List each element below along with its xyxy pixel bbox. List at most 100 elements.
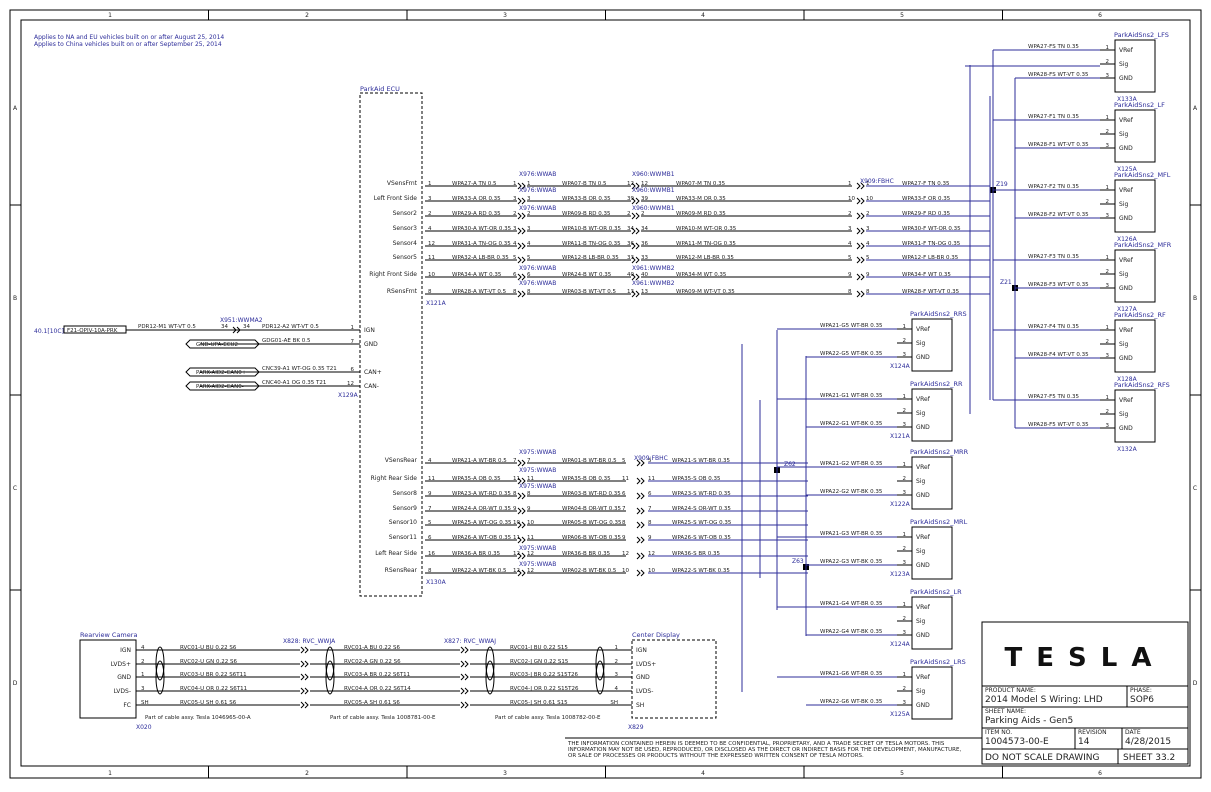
field-label: DATE [1125, 729, 1141, 736]
connector-mark [860, 256, 865, 264]
wire-label: WPA27-FS TN 0.35 [1028, 44, 1079, 50]
cable-note: Part of cable assy. Tesla 1008781-00-E [330, 715, 436, 721]
connector-mark [464, 660, 469, 668]
wire-label: WPA28-F5 WT-VT 0.35 [1028, 422, 1089, 428]
connector-mark [521, 507, 526, 515]
sensor-pin-label: Sig [1119, 271, 1128, 278]
pin-number: 9 [622, 535, 626, 541]
connector-id: X961:WWMB2 [632, 265, 675, 272]
fuse-ref: 40.1[10C] [34, 328, 64, 335]
wire-label: WPA09-B RD 0.35 [562, 211, 611, 217]
sensor-pin-label: Sig [1119, 341, 1128, 348]
wire-label: WPA33-A OR 0.35 [452, 196, 501, 202]
connector-mark [304, 660, 309, 668]
connector-mark [635, 242, 640, 250]
pin-number: 7 [622, 506, 626, 512]
wire-label: WPA21-G2 WT-BR 0.35 [820, 461, 883, 467]
wire-label: WPA10-B WT-OR 0.35 [562, 226, 622, 232]
connector-id: X909:FBHC [860, 178, 894, 185]
sensor-pin-label: Sig [916, 548, 925, 555]
do-not-scale: DO NOT SCALE DRAWING [985, 753, 1100, 763]
pin-number: 2 [627, 211, 631, 217]
connector-mark [521, 569, 526, 577]
connector-mark [860, 290, 865, 298]
connector-mark [640, 536, 645, 544]
grid-col-label: 1 [108, 770, 112, 777]
wire-label: RVC01-J BU 0.22 S15 [510, 645, 568, 651]
sensor-pin-label: VRef [1119, 117, 1134, 124]
camera-pin-label: IGN [120, 647, 131, 654]
wire-label: WPA21-G3 WT-BR 0.35 [820, 531, 883, 537]
schematic-sheet: 112233445566AABBCCDD Applies to NA and E… [0, 0, 1211, 788]
wire-label: RVC04-A OR 0.22 S6T14 [344, 686, 411, 692]
wire-label: WPA33-B OR 0.35 [562, 196, 611, 202]
connector-id: X827: RVC_WWAJ [444, 638, 496, 645]
sensor-pin-label: Sig [916, 410, 925, 417]
connector-mark [635, 290, 640, 298]
wire-label: WPA27-F3 TN 0.35 [1028, 254, 1080, 260]
note-line: Applies to China vehicles built on or af… [34, 41, 222, 48]
wire-label: WPA27-F TN 0.35 [902, 181, 950, 187]
wire-label: WPA35-B OB 0.35 [562, 476, 611, 482]
connector-mark [636, 477, 641, 485]
connector-id: X975:WWAB [519, 449, 556, 456]
connector-mark [521, 459, 526, 467]
wire-label: WPA09-M RD 0.35 [676, 211, 726, 217]
connector-mark [517, 212, 522, 220]
connector-mark [464, 701, 469, 709]
pin-number: 4 [513, 241, 517, 247]
connector-mark [517, 507, 522, 515]
sensor-name: ParkAidSns2_MRL [910, 518, 968, 526]
ecu-pin-label: CAN- [364, 383, 379, 390]
disclaimer-line: OR SALE OF PROCESSES OR PRODUCTS WITHOUT… [568, 753, 864, 759]
wire-label: WPA01-B WT-BR 0.5 [562, 458, 617, 464]
sensor-pin-label: VRef [916, 326, 931, 333]
display-pin-label: GND [636, 674, 650, 681]
connector-mark [460, 701, 465, 709]
wire-label: WPA34-A WT 0.35 [452, 272, 502, 278]
connector-mark [460, 687, 465, 695]
sensor-name: ParkAidSns2_RRS [910, 310, 967, 318]
connector-mark [464, 646, 469, 654]
connector-mark [636, 569, 641, 577]
ecu-pin-label: Right Rear Side [371, 475, 418, 482]
wire-label: WPA30-A WT-OR 0.35 [452, 226, 512, 232]
wire-label: RVC05-J SH 0.61 S15 [510, 700, 568, 706]
camera-pin-label: LVDS+ [111, 661, 131, 668]
grid-col-label: 6 [1098, 770, 1102, 777]
wire-label: WPA28-A WT-VT 0.5 [452, 289, 507, 295]
connector-mark [304, 673, 309, 681]
sensor-name: ParkAidSns2_RR [910, 380, 963, 388]
sensor-pin-label: GND [1119, 425, 1133, 432]
pin-number: 1 [848, 181, 852, 187]
sensor-pin-label: Sig [1119, 61, 1128, 68]
ecu-front-pins: VSensFrnt 1Left Front Side 3Sensor2 2Sensor… [369, 180, 435, 295]
display-pin-label: LVDS- [636, 688, 653, 695]
wire-label: PDR12-M1 WT-VT 0.5 [138, 324, 196, 330]
wire-label: WPA04-B OR-WT 0.35 [562, 506, 621, 512]
pin-number: 6 [513, 272, 517, 278]
wire-label: WPA28-F4 WT-VT 0.35 [1028, 352, 1089, 358]
front-sensors: ParkAidSns2_LFSX133AVRef1Sig2GND3WPA27-F… [993, 31, 1172, 453]
grid-col-label: 4 [701, 12, 705, 19]
grid-col-label: 4 [701, 770, 705, 777]
wire-label: CNC39-A1 WT-OG 0.35 T21 [262, 366, 337, 372]
grid-row-label: C [13, 485, 17, 492]
wire-label: WPA22-G2 WT-BK 0.35 [820, 489, 883, 495]
wire-label: WPA26-A WT-OB 0.35 [452, 535, 512, 541]
tesla-logo: TESLA [1005, 643, 1166, 673]
connector-mark [860, 227, 865, 235]
splice-id: Z19 [996, 181, 1008, 188]
wire-label: CNC40-A1 OG 0.35 T21 [262, 380, 326, 386]
connector-mark [631, 212, 636, 220]
wire-label: WPA21-A WT-BR 0.5 [452, 458, 507, 464]
connector-mark [517, 227, 522, 235]
connector-mark [640, 569, 645, 577]
sensor-pin-label: VRef [916, 534, 931, 541]
wire-label: WPA12-F LB-BR 0.35 [902, 255, 959, 261]
connector-id: X961:WWMB2 [632, 280, 675, 287]
sensor-pin-label: GND [1119, 285, 1133, 292]
wire-label: WPA03-B WT-VT 0.5 [562, 289, 617, 295]
wire-label: WPA22-S WT-BK 0.35 [672, 568, 730, 574]
wire-label: WPA22-G5 WT-BK 0.35 [820, 351, 883, 357]
